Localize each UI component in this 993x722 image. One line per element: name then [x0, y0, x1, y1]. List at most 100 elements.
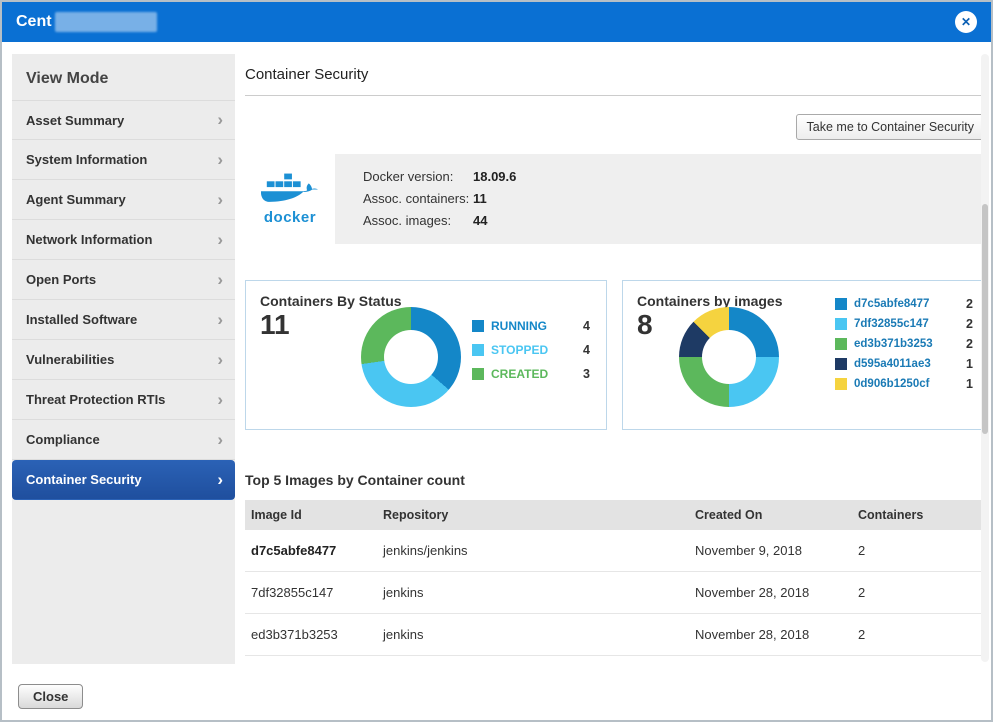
legend-item: RUNNING 4: [472, 319, 590, 333]
close-button[interactable]: Close: [18, 684, 83, 709]
docker-whale-icon: [261, 173, 319, 207]
legend-swatch-icon: [472, 320, 484, 332]
table-row: d7c5abfe8477jenkins/jenkinsNovember 9, 2…: [245, 530, 985, 572]
legend-label: 0d906b1250cf: [854, 378, 929, 390]
docker-info-label: Docker version:: [363, 166, 473, 188]
chevron-right-icon: ›: [217, 470, 223, 490]
chevron-right-icon: ›: [217, 390, 223, 410]
legend-item: d7c5abfe84772: [835, 297, 973, 311]
legend-swatch-icon: [835, 358, 847, 370]
legend-item: ed3b371b3253 2: [835, 337, 973, 351]
sidebar-item-label: Agent Summary: [26, 192, 126, 207]
table-cell: 2: [852, 572, 985, 614]
page-title: Container Security: [245, 52, 985, 96]
sidebar-item-vulnerabilities[interactable]: Vulnerabilities›: [12, 340, 235, 380]
sidebar-item-system-information[interactable]: System Information ›: [12, 140, 235, 180]
sidebar-item-agent-summary[interactable]: Agent Summary ›: [12, 180, 235, 220]
chart-total: 11: [260, 309, 290, 341]
table-cell: d7c5abfe8477: [245, 530, 377, 572]
legend-count: 2: [966, 337, 973, 351]
status-donut-chart: [361, 307, 461, 407]
table-cell: jenkins: [377, 614, 689, 656]
sidebar-item-compliance[interactable]: Compliance ›: [12, 420, 235, 460]
legend-count: 3: [583, 367, 590, 381]
sidebar-item-open-ports[interactable]: Open Ports ›: [12, 260, 235, 300]
legend-count: 1: [966, 357, 973, 371]
table-cell: jenkins: [377, 572, 689, 614]
dialog-close-icon[interactable]: ✕: [955, 11, 977, 33]
sidebar-header: View Mode: [12, 54, 235, 100]
sidebar-item-label: System Information: [26, 152, 147, 167]
chart-title: Containers by images: [637, 293, 783, 309]
table-body: d7c5abfe8477jenkins/jenkinsNovember 9, 2…: [245, 530, 985, 656]
legend-label: RUNNING: [491, 319, 547, 333]
legend-label: STOPPED: [491, 343, 548, 357]
legend-swatch-icon: [835, 318, 847, 330]
docker-info-label: Assoc. images:: [363, 210, 473, 232]
sidebar-item-asset-summary[interactable]: Asset Summary›: [12, 100, 235, 140]
docker-info-row: Assoc. containers:11: [363, 188, 516, 210]
table-header-row: Image IdRepositoryCreated OnContainers: [245, 500, 985, 530]
sidebar-item-label: Asset Summary: [26, 113, 124, 128]
sidebar-item-installed-software[interactable]: Installed Software›: [12, 300, 235, 340]
docker-info-value: 18.09.6: [473, 166, 516, 188]
chart-title: Containers By Status: [260, 293, 402, 309]
sidebar-item-label: Container Security: [26, 472, 142, 487]
legend-label: ed3b371b3253: [854, 338, 933, 350]
containers-by-status-card: Containers By Status 11 RUNNING 4 STOPPED 4…: [245, 280, 607, 430]
legend-count: 4: [583, 343, 590, 357]
table-cell: ed3b371b3253: [245, 614, 377, 656]
sidebar: View Mode Asset Summary›System Informati…: [12, 54, 235, 664]
table-cell: November 28, 2018: [689, 572, 852, 614]
chevron-right-icon: ›: [217, 190, 223, 210]
table-cell: November 9, 2018: [689, 530, 852, 572]
legend-swatch-icon: [835, 378, 847, 390]
sidebar-list: Asset Summary›System Information›Agent S…: [12, 100, 235, 500]
chevron-right-icon: ›: [217, 270, 223, 290]
docker-info-list: Docker version:18.09.6Assoc. containers:…: [363, 154, 516, 244]
legend-count: 4: [583, 319, 590, 333]
sidebar-item-container-security[interactable]: Container Security ›: [12, 460, 235, 500]
chart-legend: RUNNING 4 STOPPED 4 CREATED 3: [472, 319, 590, 381]
dialog-title: Cent: [16, 13, 52, 31]
column-header: Created On: [689, 500, 852, 530]
chevron-right-icon: ›: [217, 310, 223, 330]
donut-hole: [384, 330, 438, 384]
sidebar-item-label: Open Ports: [26, 272, 96, 287]
legend-label: CREATED: [491, 367, 548, 381]
docker-info-row: Docker version:18.09.6: [363, 166, 516, 188]
docker-info-label: Assoc. containers:: [363, 188, 473, 210]
chevron-right-icon: ›: [217, 350, 223, 370]
docker-summary-panel: docker Docker version:18.09.6Assoc. cont…: [245, 154, 985, 244]
legend-count: 2: [966, 317, 973, 331]
dialog-titlebar: Cent ✕: [2, 2, 991, 42]
legend-item: 7df32855c1472: [835, 317, 973, 331]
sidebar-item-network-information[interactable]: Network Information›: [12, 220, 235, 260]
table-cell: November 28, 2018: [689, 614, 852, 656]
sidebar-item-threat-protection-rtis[interactable]: Threat Protection RTIs ›: [12, 380, 235, 420]
table-cell: jenkins/jenkins: [377, 530, 689, 572]
scrollbar[interactable]: [981, 54, 989, 662]
take-me-to-container-security-button[interactable]: Take me to Container Security: [796, 114, 985, 140]
column-header: Repository: [377, 500, 689, 530]
sidebar-item-label: Threat Protection RTIs: [26, 392, 165, 407]
images-donut-chart: [679, 307, 779, 407]
legend-item: 0d906b1250cf 1: [835, 377, 973, 391]
legend-swatch-icon: [472, 344, 484, 356]
sidebar-item-label: Network Information: [26, 232, 152, 247]
scrollbar-thumb[interactable]: [982, 204, 988, 434]
table-title: Top 5 Images by Container count: [245, 472, 985, 488]
legend-count: 1: [966, 377, 973, 391]
docker-info-row: Assoc. images:44: [363, 210, 516, 232]
chevron-right-icon: ›: [217, 150, 223, 170]
sidebar-item-label: Compliance: [26, 432, 100, 447]
title-redaction: [55, 12, 157, 32]
table-cell: 7df32855c147: [245, 572, 377, 614]
legend-swatch-icon: [472, 368, 484, 380]
chevron-right-icon: ›: [217, 430, 223, 450]
table-cell: 2: [852, 614, 985, 656]
table-row: 7df32855c147jenkinsNovember 28, 20182: [245, 572, 985, 614]
column-header: Image Id: [245, 500, 377, 530]
top-images-table: Image IdRepositoryCreated OnContainers d…: [245, 500, 985, 656]
chart-cards-row: Containers By Status 11 RUNNING4STOPPED4…: [245, 280, 985, 430]
